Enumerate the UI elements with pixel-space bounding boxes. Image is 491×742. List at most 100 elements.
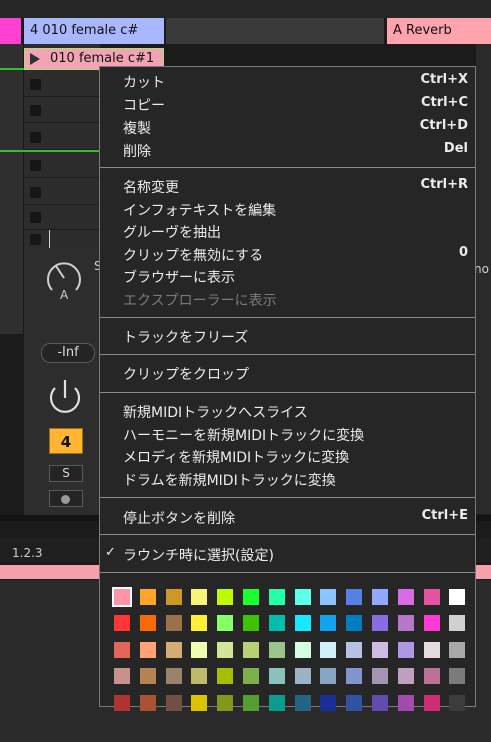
color-swatch[interactable] [294,668,311,685]
clip-slot[interactable] [24,180,100,205]
color-swatch[interactable] [346,641,363,658]
color-swatch[interactable] [165,589,182,605]
color-swatch[interactable] [397,668,414,685]
color-swatch[interactable] [217,694,234,711]
solo-button[interactable]: S [49,465,83,482]
color-swatch[interactable] [372,694,388,711]
menu-item-copy[interactable]: コピー Ctrl+C [100,93,475,115]
color-swatch[interactable] [139,589,156,605]
color-swatch[interactable] [346,615,363,632]
color-swatch[interactable] [191,589,208,605]
color-swatch[interactable] [320,668,337,685]
clip-slot[interactable] [24,98,100,123]
color-swatch[interactable] [114,641,130,658]
color-swatch[interactable] [423,694,440,711]
color-swatch[interactable] [449,641,466,658]
color-swatch[interactable] [320,641,337,658]
color-swatch[interactable] [114,615,130,632]
menu-item-edit-info-text[interactable]: インフォテキストを編集 [100,198,475,220]
clip-slot[interactable] [24,72,100,97]
color-swatch[interactable] [449,668,466,685]
color-swatch[interactable] [423,615,440,632]
color-swatch[interactable] [372,615,388,632]
menu-item-convert-melody[interactable]: メロディを新規MIDIトラックに変換 [100,445,475,467]
color-swatch[interactable] [191,694,208,711]
color-swatch[interactable] [114,668,130,685]
color-swatch[interactable] [268,615,285,632]
color-swatch[interactable] [449,589,466,605]
color-swatch[interactable] [449,694,466,711]
color-swatch[interactable] [346,694,363,711]
color-swatch[interactable] [165,615,182,632]
color-swatch[interactable] [423,668,440,685]
color-swatch[interactable] [217,668,234,685]
color-swatch[interactable] [165,668,182,685]
color-swatch[interactable] [191,615,208,632]
menu-item-freeze-track[interactable]: トラックをフリーズ [100,325,475,347]
color-swatch[interactable] [268,694,285,711]
track-activator-icon[interactable] [44,376,86,418]
menu-item-extract-groove[interactable]: グルーヴを抽出 [100,220,475,242]
track-header-midi[interactable]: 4 010 female c# [24,18,164,44]
color-swatch[interactable] [346,589,363,605]
color-swatch[interactable] [294,615,311,632]
color-swatch[interactable] [372,641,388,658]
color-swatch[interactable] [397,589,414,605]
color-swatch[interactable] [320,694,337,711]
clip-slot[interactable] [24,205,100,230]
volume-display[interactable]: -Inf [41,343,95,363]
menu-item-deactivate-clip[interactable]: クリップを無効にする 0 [100,243,475,265]
menu-item-remove-stop-button[interactable]: 停止ボタンを削除 Ctrl+E [100,506,475,528]
clip-slot[interactable] [24,153,100,178]
menu-item-delete[interactable]: 削除 Del [100,139,475,161]
color-swatch[interactable] [243,589,259,605]
color-swatch[interactable] [423,641,440,658]
color-swatch[interactable] [217,641,234,658]
menu-item-show-in-browser[interactable]: ブラウザーに表示 [100,265,475,287]
previous-track-header[interactable] [0,18,21,44]
color-swatch[interactable] [397,694,414,711]
color-swatch[interactable] [449,615,466,632]
color-swatch[interactable] [139,615,156,632]
color-swatch[interactable] [268,641,285,658]
color-swatch[interactable] [217,615,234,632]
color-swatch[interactable] [372,589,388,605]
menu-item-crop-clip[interactable]: クリップをクロップ [100,362,475,384]
color-swatch[interactable] [320,615,337,632]
color-swatch[interactable] [139,641,156,658]
color-swatch[interactable] [320,589,337,605]
color-swatch[interactable] [294,694,311,711]
color-swatch[interactable] [397,641,414,658]
color-swatch[interactable] [268,589,285,605]
color-swatch[interactable] [139,668,156,685]
color-swatch[interactable] [243,615,259,632]
color-swatch[interactable] [191,641,208,658]
color-swatch[interactable] [294,641,311,658]
menu-item-cut[interactable]: カット Ctrl+X [100,70,475,92]
color-swatch[interactable] [191,668,208,685]
color-swatch[interactable] [372,668,388,685]
color-swatch[interactable] [243,641,259,658]
color-swatch[interactable] [243,694,259,711]
menu-item-rename[interactable]: 名称変更 Ctrl+R [100,175,475,197]
menu-item-slice-to-midi[interactable]: 新規MIDIトラックへスライス [100,400,475,422]
color-swatch[interactable] [139,694,156,711]
menu-item-duplicate[interactable]: 複製 Ctrl+D [100,116,475,138]
color-swatch[interactable] [114,694,130,711]
track-number-button[interactable]: 4 [49,428,83,454]
color-swatch[interactable] [423,589,440,605]
color-swatch[interactable] [217,589,234,605]
color-swatch[interactable] [294,589,311,605]
menu-item-convert-harmony[interactable]: ハーモニーを新規MIDIトラックに変換 [100,423,475,445]
color-swatch[interactable] [268,668,285,685]
color-swatch[interactable] [346,668,363,685]
track-header-return[interactable]: A Reverb [387,18,491,44]
menu-item-select-on-launch[interactable]: ✓ ラウンチ時に選択(設定) [100,543,475,565]
color-swatch[interactable] [165,641,182,658]
color-swatch[interactable] [243,668,259,685]
color-swatch[interactable] [165,694,182,711]
color-swatch[interactable] [112,587,132,607]
color-swatch[interactable] [397,615,414,632]
clip-play-icon[interactable] [28,52,42,66]
clip-slot[interactable] [24,125,100,150]
